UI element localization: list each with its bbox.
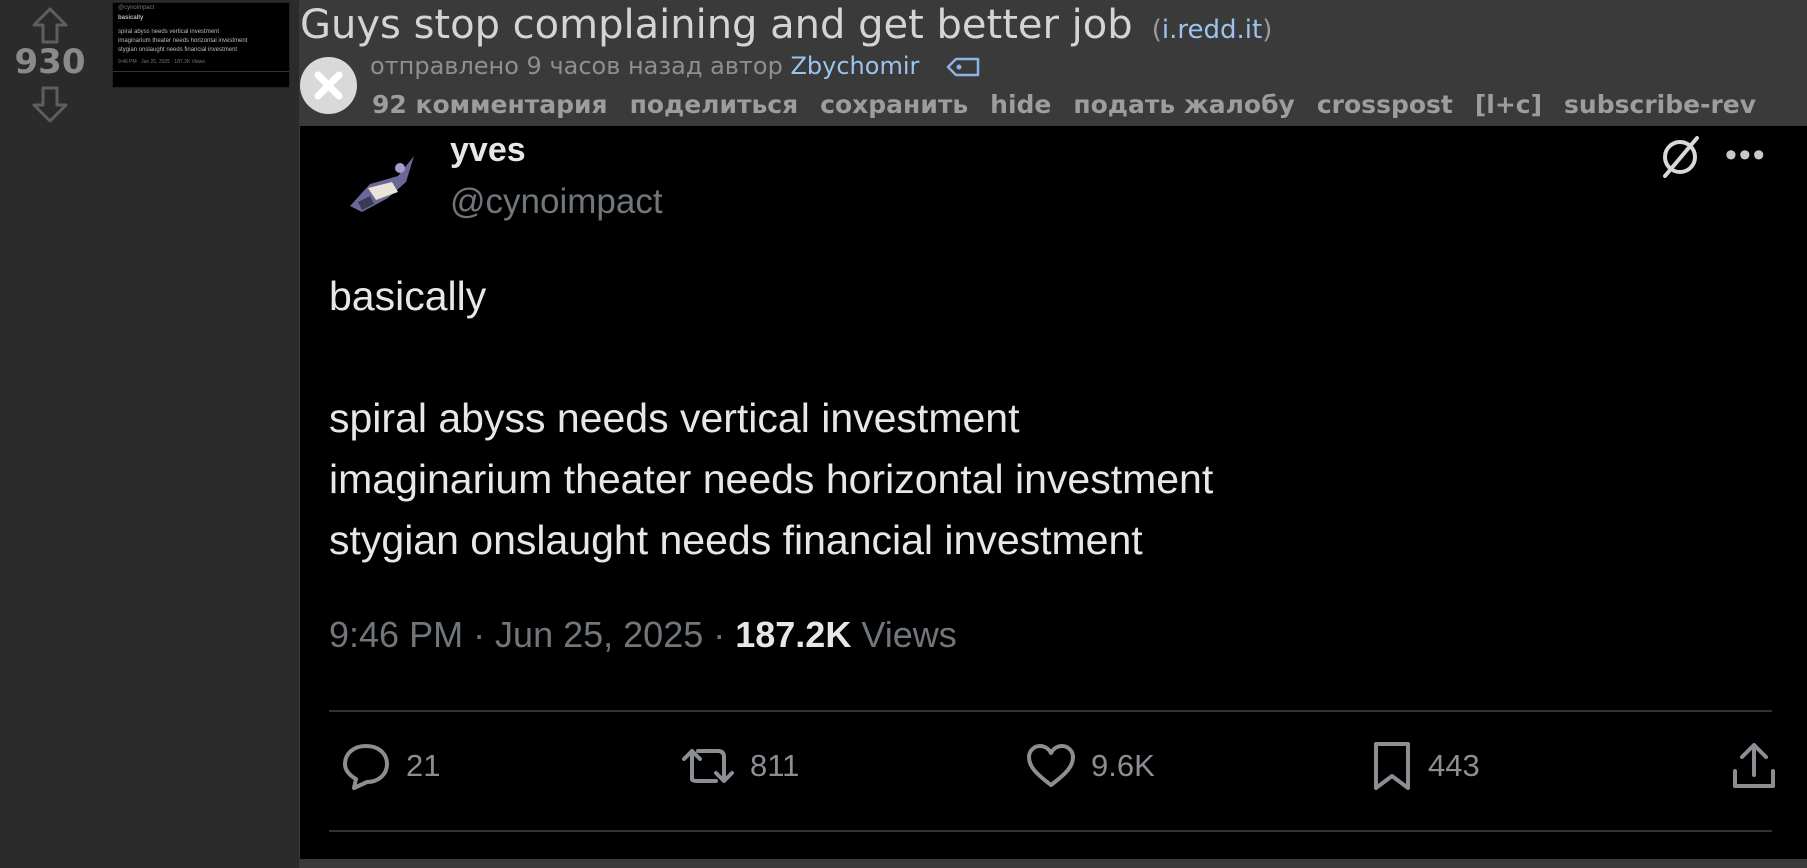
post-buttons: 92 комментария поделиться сохранить hide под… [372,90,1778,119]
domain-link[interactable]: i.redd.it [1162,15,1262,45]
tagline: отправлено 9 часов назад автор Zbychomir [370,52,981,80]
retweet-action: 811 [680,738,799,794]
save-button[interactable]: сохранить [820,90,968,119]
submitted-text: отправлено 9 часов назад автор [370,52,783,80]
share-action [1730,738,1792,794]
title-row: Guys stop complaining and get better job… [300,2,1272,48]
bookmark-action: 443 [1370,738,1480,794]
left-column [0,0,299,868]
tweet-line: imaginarium theater needs horizontal inv… [329,456,1214,502]
reply-action: 21 [340,738,440,794]
report-button[interactable]: подать жалобу [1073,90,1295,119]
grok-icon [1663,136,1699,178]
tweet-line [329,327,1213,388]
thumbnail-line: spiral abyss needs vertical investment [118,29,220,35]
author-link[interactable]: Zbychomir [790,52,919,80]
hide-button[interactable]: hide [990,90,1051,119]
retweet-icon [682,749,734,783]
thumbnail-handle: @cynoimpact [118,5,155,11]
upvote-arrow-icon[interactable] [30,6,70,46]
heart-icon [1027,744,1075,787]
tweet-meta: 9:46 PM · Jun 25, 2025 · 187.2K Views [329,614,957,656]
thumbnail-divider [113,71,289,72]
tweet-time: 9:46 PM · Jun 25, 2025 · [329,614,736,655]
score: 930 [14,42,86,82]
more-options-icon: ••• [1725,136,1767,174]
collapse-preview-button[interactable] [300,57,357,114]
retweet-count: 811 [750,748,800,783]
tweet-line: stygian onslaught needs financial invest… [329,517,1143,563]
avatar [350,156,414,212]
close-icon [314,71,343,100]
tweet-image: yves @cynoimpact ••• basically spiral ab… [300,126,1807,859]
tweet-author-handle: @cynoimpact [450,182,663,221]
subscribe-button[interactable]: subscribe-rev [1564,90,1756,119]
domain-paren-close: ) [1262,15,1273,45]
like-count: 9.6K [1091,748,1155,783]
share-icon [1733,743,1775,788]
downvote-arrow-icon[interactable] [30,84,70,124]
share-button[interactable]: поделиться [630,90,799,119]
domain-paren-open: ( [1151,15,1162,45]
post-domain: (i.redd.it) [1152,15,1273,45]
tweet-divider [329,710,1772,712]
user-tag-icon[interactable] [945,55,981,79]
tweet-line: spiral abyss needs vertical investment [329,395,1020,441]
tweet-text: basically spiral abyss needs vertical in… [329,266,1213,571]
tweet-views-count: 187.2K [735,614,852,655]
like-action: 9.6K [1025,738,1155,794]
bookmark-count: 443 [1428,748,1480,783]
post-thumbnail[interactable]: @cynoimpact basically spiral abyss needs… [112,2,290,88]
post-title[interactable]: Guys stop complaining and get better job [300,2,1133,48]
thumbnail-line: imaginarium theater needs horizontal inv… [118,38,248,44]
tweet-author-name: yves [450,131,526,169]
reply-count: 21 [406,748,441,783]
crosspost-button[interactable]: crosspost [1317,90,1453,119]
thumbnail-line: basically [118,15,144,21]
bookmark-icon [1374,742,1410,790]
thumbnail-meta: 9:46 PM · Jun 25, 2025 · 187.2K Views [118,59,205,65]
tweet-line: basically [329,273,487,319]
thumbnail-line: stygian onslaught needs financial invest… [118,47,238,53]
tweet-views-label: Views [851,614,957,655]
lc-button[interactable]: [l+c] [1475,90,1542,119]
comments-link[interactable]: 92 комментария [372,90,608,119]
reply-icon [343,744,389,790]
tweet-bottom-divider [329,830,1772,832]
